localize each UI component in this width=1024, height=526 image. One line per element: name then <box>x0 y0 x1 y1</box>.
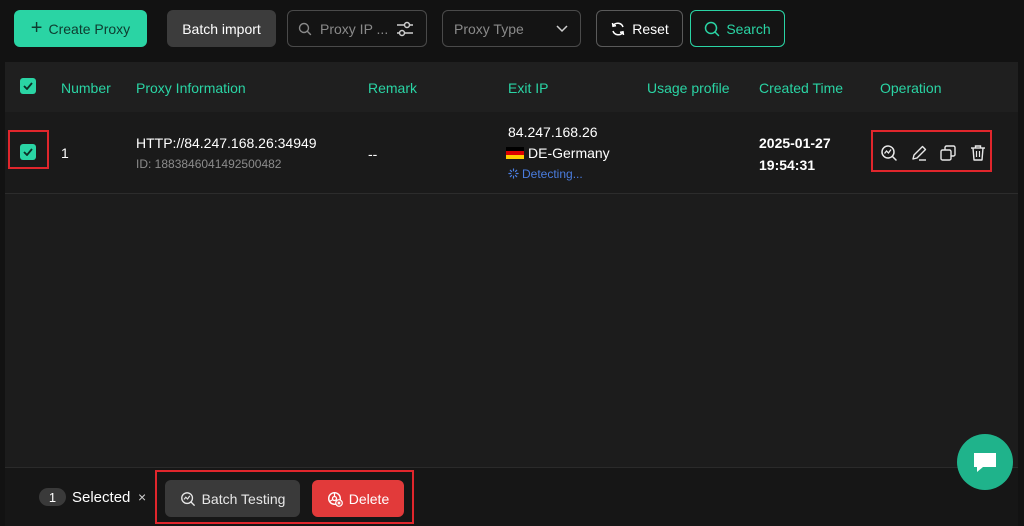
table-row: 1 HTTP://84.247.168.26:34949 ID: 1883846… <box>5 112 1018 194</box>
proxy-table: Number Proxy Information Remark Exit IP … <box>5 62 1018 467</box>
delete-label: Delete <box>348 490 390 507</box>
select-all-checkbox[interactable] <box>20 78 36 94</box>
header-usage-profile: Usage profile <box>647 80 730 96</box>
spinner-icon <box>508 168 519 179</box>
detecting-label: Detecting... <box>522 167 583 181</box>
table-header: Number Proxy Information Remark Exit IP … <box>5 62 1018 112</box>
exit-country: DE-Germany <box>506 145 610 161</box>
germany-flag-icon <box>506 147 524 159</box>
proxy-address: HTTP://84.247.168.26:34949 <box>136 135 317 151</box>
remark-value: -- <box>368 146 378 162</box>
header-number: Number <box>61 80 111 96</box>
selected-count-badge: 1 <box>39 488 66 506</box>
create-proxy-label: Create Proxy <box>48 20 131 37</box>
refresh-icon <box>611 21 625 36</box>
batch-testing-label: Batch Testing <box>201 490 286 507</box>
header-created-time: Created Time <box>759 80 844 96</box>
chat-bubble-icon <box>974 453 996 472</box>
created-time: 19:54:31 <box>759 157 816 173</box>
test-proxy-icon[interactable] <box>880 144 898 162</box>
copy-icon[interactable] <box>939 144 957 162</box>
clear-selection-close-icon[interactable]: × <box>138 489 146 505</box>
header-proxy-information: Proxy Information <box>136 80 246 96</box>
test-proxy-icon <box>180 491 195 506</box>
reset-button[interactable]: Reset <box>596 10 683 47</box>
batch-testing-button[interactable]: Batch Testing <box>165 480 300 517</box>
header-operation: Operation <box>880 80 942 96</box>
create-proxy-button[interactable]: + Create Proxy <box>14 10 147 47</box>
header-exit-ip: Exit IP <box>508 80 549 96</box>
exit-country-label: DE-Germany <box>528 145 610 161</box>
plus-icon: + <box>30 16 43 39</box>
search-label: Search <box>726 20 771 37</box>
chat-support-button[interactable] <box>957 434 1013 490</box>
filter-sliders-icon[interactable] <box>395 20 415 38</box>
proxy-ip-search-input[interactable]: Proxy IP ... <box>287 10 427 47</box>
search-icon <box>705 21 720 36</box>
search-placeholder: Proxy IP ... <box>320 21 389 37</box>
batch-import-label: Batch import <box>182 20 261 37</box>
selected-label: Selected <box>72 489 131 506</box>
proxy-id: ID: 1883846041492500482 <box>136 157 282 171</box>
highlight-box <box>8 130 49 169</box>
proxy-type-placeholder: Proxy Type <box>454 21 524 37</box>
batch-import-button[interactable]: Batch import <box>167 10 276 47</box>
proxy-type-select[interactable]: Proxy Type <box>442 10 581 47</box>
search-icon <box>298 22 312 36</box>
created-date: 2025-01-27 <box>759 135 831 151</box>
chevron-down-icon <box>556 25 568 33</box>
detecting-status: Detecting... <box>508 167 583 181</box>
delete-browser-icon <box>327 491 343 507</box>
edit-pencil-icon[interactable] <box>910 144 928 162</box>
reset-label: Reset <box>632 20 669 37</box>
toolbar: + Create Proxy Batch import Proxy IP ...… <box>0 0 1024 58</box>
trash-icon[interactable] <box>970 144 986 162</box>
row-number: 1 <box>61 145 69 161</box>
check-icon <box>23 82 33 90</box>
search-button[interactable]: Search <box>690 10 785 47</box>
exit-ip-value: 84.247.168.26 <box>508 124 598 140</box>
delete-button[interactable]: Delete <box>312 480 404 517</box>
header-remark: Remark <box>368 80 418 96</box>
